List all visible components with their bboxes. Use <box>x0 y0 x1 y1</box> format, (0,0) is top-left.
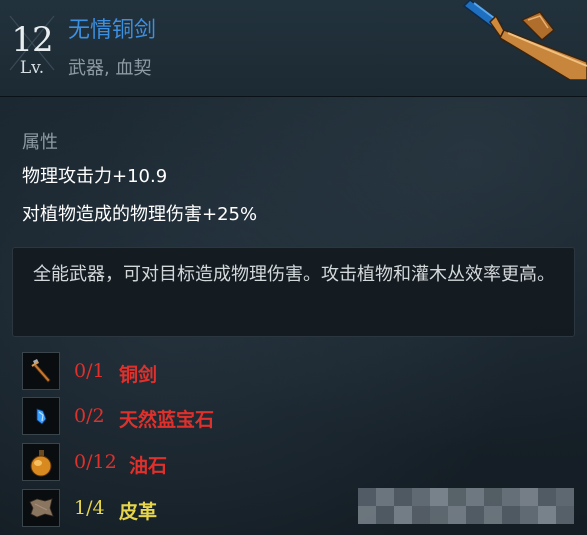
item-type: 武器, 血契 <box>68 58 152 79</box>
tooltip-header: 12 Lv. 无情铜剑 武器, 血契 <box>0 0 587 97</box>
sapphire-icon <box>22 397 60 435</box>
material-row: 1/4 皮革 <box>22 489 352 527</box>
material-name: 天然蓝宝石 <box>119 409 215 431</box>
material-name: 皮革 <box>119 501 158 523</box>
material-count: 0/2 <box>74 405 105 427</box>
bronze-sword-icon <box>462 0 587 80</box>
material-name: 油石 <box>129 455 168 477</box>
material-name: 铜剑 <box>119 364 158 386</box>
material-count: 1/4 <box>74 497 105 519</box>
attributes-title: 属性 <box>22 132 58 153</box>
attribute-physical-attack: 物理攻击力+10.9 <box>22 166 168 187</box>
level-label: Lv. <box>19 58 45 78</box>
material-row: 0/12 油石 <box>22 443 352 481</box>
material-count: 0/1 <box>74 360 105 382</box>
leather-icon <box>22 489 60 527</box>
mosaic-blur-overlay <box>358 488 574 524</box>
attribute-plant-damage: 对植物造成的物理伤害+25% <box>22 204 258 225</box>
material-row: 0/2 天然蓝宝石 <box>22 397 352 435</box>
description-box: 全能武器，可对目标造成物理伤害。攻击植物和灌木丛效率更高。 <box>12 247 575 337</box>
level-badge: 12 Lv. <box>6 10 58 78</box>
level-number: 12 <box>11 20 53 60</box>
whetstone-oil-icon <box>22 443 60 481</box>
bronze-sword-icon <box>22 352 60 390</box>
material-row: 0/1 铜剑 <box>22 352 352 390</box>
material-count: 0/12 <box>74 451 117 473</box>
item-name: 无情铜剑 <box>68 18 157 43</box>
description-text: 全能武器，可对目标造成物理伤害。攻击植物和灌木丛效率更高。 <box>33 264 555 285</box>
